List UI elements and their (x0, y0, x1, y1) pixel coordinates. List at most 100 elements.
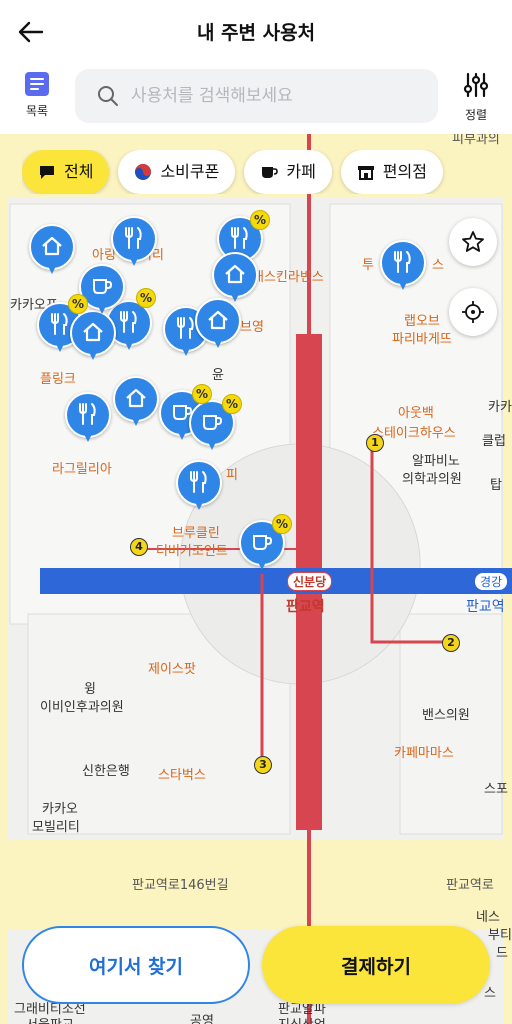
restaurant-pin[interactable] (380, 240, 426, 294)
home-icon (225, 264, 245, 284)
map-view[interactable]: 피부과의 카카오프 아링 커리 배스킨라빈스 투 스 브영 랩오브 파리바게뜨 … (0, 134, 512, 1024)
place-label: 윙 (84, 682, 96, 697)
place-label: 윤 (212, 368, 224, 383)
place-label: 서울판교 (26, 1014, 74, 1024)
star-icon (462, 231, 484, 252)
coffee-cup-icon (93, 279, 113, 294)
place-label: 신한은행 (82, 764, 130, 779)
fork-knife-icon (79, 403, 96, 425)
exit-number-badge: 1 (366, 434, 384, 452)
sliders-icon (463, 72, 489, 98)
home-icon (42, 236, 62, 256)
place-label: 파리바게뜨 (392, 332, 452, 347)
coffee-cup-icon (203, 415, 223, 430)
place-label: 카카오 (42, 802, 78, 817)
speech-bubble-icon (40, 166, 54, 179)
chip-all[interactable]: 전체 (22, 150, 110, 194)
search-icon (98, 86, 118, 106)
place-label: 부티 (488, 928, 512, 943)
place-label: 탑 (490, 478, 502, 493)
place-label: 알파비노 (412, 454, 460, 469)
place-label: 지식산업 (278, 1014, 326, 1024)
chip-cafe[interactable]: 카페 (244, 150, 332, 194)
home-icon (83, 322, 103, 342)
place-label: 클럽 (482, 434, 506, 449)
coupon-badge-icon: % (272, 514, 292, 534)
exit-number-badge: 2 (442, 634, 460, 652)
road-label: 판교역로 (446, 878, 494, 893)
place-label: 공영 (190, 1014, 214, 1024)
place-label: 밴스의원 (422, 708, 470, 723)
fork-knife-icon (125, 227, 142, 249)
place-label: 아웃백 (398, 406, 434, 421)
place-label: 스포 (484, 782, 508, 797)
coupon-badge-icon: % (222, 394, 242, 414)
place-label: 브영 (240, 320, 264, 335)
chip-coupon[interactable]: 소비쿠폰 (118, 150, 236, 194)
home-icon (126, 388, 146, 408)
line-label: 신분당 (287, 572, 333, 591)
station-label: 판교역 (466, 599, 505, 615)
store-pin[interactable] (195, 298, 241, 352)
chip-label: 편의점 (382, 162, 427, 181)
place-label: 투 (362, 258, 374, 273)
fork-knife-icon (51, 313, 68, 335)
coupon-badge-icon: % (68, 294, 88, 314)
fork-knife-icon (190, 471, 207, 493)
category-chips: 전체 소비쿠폰 카페 편의점 (22, 150, 512, 194)
list-view-label: 목록 (25, 104, 49, 118)
sort-button[interactable]: 정렬 (452, 70, 500, 128)
place-label: 랩오브 (404, 314, 440, 329)
current-location-button[interactable] (449, 288, 497, 336)
place-label: 플링크 (40, 372, 76, 387)
place-label: 피부과의 (452, 134, 500, 147)
search-toolbar: 목록 정렬 (0, 64, 512, 134)
pay-button[interactable]: 결제하기 (262, 926, 490, 1004)
place-label: 의학과의원 (402, 472, 462, 487)
sort-label: 정렬 (464, 108, 488, 122)
search-box[interactable] (75, 69, 438, 123)
chip-label: 카페 (286, 162, 316, 181)
store-pin[interactable] (70, 310, 116, 364)
line-label: 경강 (474, 572, 509, 591)
restaurant-pin[interactable] (65, 392, 111, 446)
favorite-button[interactable] (449, 218, 497, 266)
chip-label: 전체 (64, 162, 94, 181)
fork-knife-icon (231, 227, 248, 249)
search-here-button[interactable]: 여기서 찾기 (22, 926, 250, 1004)
place-label: 스 (432, 258, 444, 273)
coupon-badge-icon: % (136, 288, 156, 308)
exit-number-badge: 4 (130, 538, 148, 556)
coupon-badge-icon: % (250, 210, 270, 230)
home-icon (208, 310, 228, 330)
app-header: 내 주변 사용처 (0, 0, 512, 64)
list-view-button[interactable]: 목록 (14, 70, 60, 128)
place-label: 피 (226, 468, 238, 483)
store-icon (357, 166, 374, 180)
road-label: 판교역로146번길 (132, 878, 229, 893)
store-pin[interactable] (29, 224, 75, 278)
search-input[interactable] (131, 69, 421, 123)
place-label: 브루클린 (172, 526, 220, 541)
place-label: 모빌리티 (32, 820, 80, 835)
restaurant-pin[interactable] (176, 460, 222, 514)
place-label: 라그릴리아 (52, 462, 112, 477)
place-label: 카카 (488, 400, 512, 415)
chip-label: 소비쿠폰 (160, 162, 220, 181)
restaurant-pin[interactable] (111, 216, 157, 270)
place-label: 스 (484, 986, 496, 1001)
place-label: 제이스팟 (148, 662, 196, 677)
exit-number-badge: 3 (254, 756, 272, 774)
place-label: 스타벅스 (158, 768, 206, 783)
place-label: 스테이크하우스 (372, 426, 456, 441)
coupon-badge-icon: % (192, 384, 212, 404)
taegeuk-icon (135, 164, 152, 180)
place-label: 카페마마스 (394, 746, 454, 761)
fork-knife-icon (394, 251, 411, 273)
store-pin[interactable] (113, 376, 159, 430)
place-label: 드 (496, 946, 508, 961)
coffee-cup-icon (253, 535, 273, 550)
crosshair-icon (462, 301, 484, 323)
place-label: 네스 (476, 910, 500, 925)
chip-convenience[interactable]: 편의점 (340, 150, 443, 194)
